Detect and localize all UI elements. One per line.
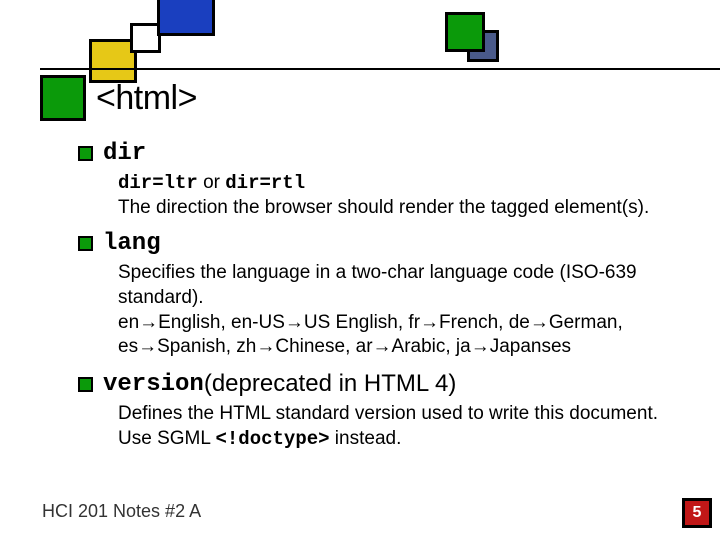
plain-text: The direction the browser should render … — [118, 197, 649, 218]
plain-text: Specifies the language in a two-char lan… — [118, 262, 637, 308]
slide-title-row: <html> — [40, 75, 700, 121]
plain-text: en→English, en-US→US English, fr→French,… — [118, 312, 623, 358]
plain-text: or — [198, 172, 225, 193]
decor-square — [445, 12, 485, 52]
item-desc: Defines the HTML standard version used t… — [118, 402, 670, 451]
item-dir: dir dir=ltr or dir=rtl The direction the… — [78, 140, 670, 220]
title-bullet-square — [40, 75, 86, 121]
item-lang: lang Specifies the language in a two-cha… — [78, 230, 670, 360]
bullet-square-icon — [78, 236, 93, 251]
bullet-square-icon — [78, 377, 93, 392]
item-version: version (deprecated in HTML 4) Defines t… — [78, 370, 670, 451]
code-text: dir=rtl — [225, 172, 305, 194]
decor-square — [157, 0, 215, 36]
title-rule — [40, 68, 720, 70]
code-text: dir=ltr — [118, 172, 198, 194]
code-text: <!doctype> — [216, 428, 330, 450]
term-suffix: (deprecated in HTML 4) — [204, 370, 457, 398]
bullet-square-icon — [78, 146, 93, 161]
slide-body: dir dir=ltr or dir=rtl The direction the… — [78, 140, 670, 462]
term-label: lang — [103, 230, 161, 257]
item-desc: Specifies the language in a two-char lan… — [118, 261, 670, 360]
slide-title: <html> — [96, 79, 197, 118]
plain-text: instead. — [330, 428, 402, 449]
term-label: dir — [103, 140, 146, 167]
term-label: version — [103, 371, 204, 398]
footer-note: HCI 201 Notes #2 A — [42, 501, 201, 522]
item-desc: dir=ltr or dir=rtl The direction the bro… — [118, 171, 670, 220]
page-number-badge: 5 — [682, 498, 712, 528]
